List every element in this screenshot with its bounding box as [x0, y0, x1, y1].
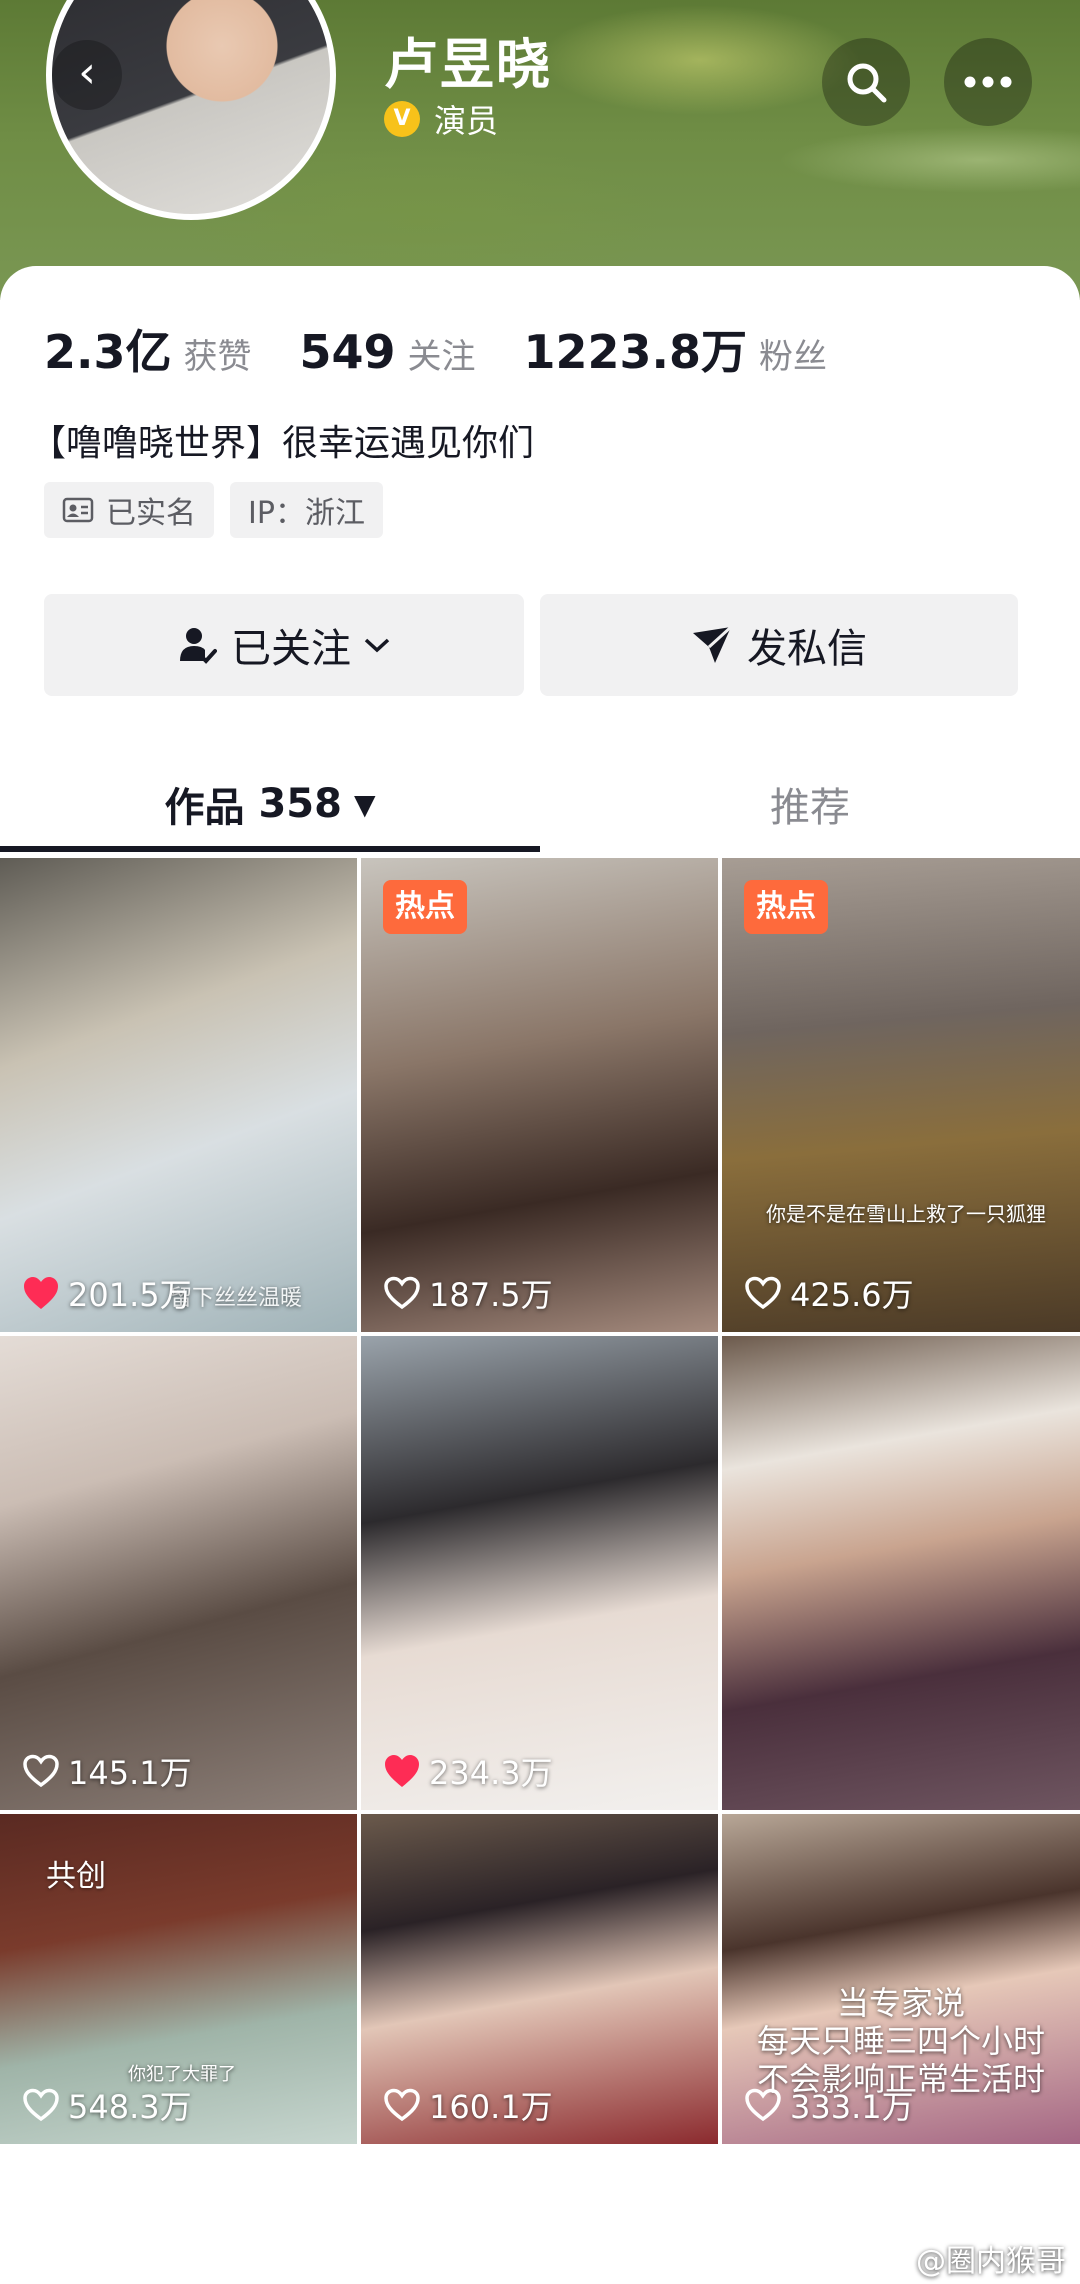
video-like-count: 234.3万 — [383, 1748, 553, 1794]
video-like-count: 201.5万 — [22, 1270, 192, 1316]
stat-followers[interactable]: 1223.8万 粉丝 — [524, 316, 828, 382]
search-button[interactable] — [822, 38, 910, 126]
video-like-value: 333.1万 — [790, 2088, 914, 2126]
video-like-value: 187.5万 — [429, 1276, 553, 1314]
caret-down-icon: ▼ — [353, 787, 376, 821]
more-button[interactable] — [944, 38, 1032, 126]
avatar[interactable] — [46, 0, 336, 220]
stat-value: 2.3亿 — [44, 325, 172, 379]
profile-tags: 已实名 IP：浙江 — [44, 482, 399, 538]
back-button[interactable]: ‹ — [52, 40, 122, 110]
heart-outline-icon — [745, 1276, 781, 1310]
video-tile[interactable]: 热点 你是不是在雪山上救了一只狐狸 425.6万 — [722, 858, 1080, 1332]
video-like-value: 234.3万 — [429, 1754, 553, 1792]
stat-value: 549 — [299, 325, 396, 379]
video-like-count: 548.3万 — [22, 2082, 192, 2128]
video-like-value: 145.1万 — [68, 1754, 192, 1792]
stat-value: 1223.8万 — [523, 325, 748, 379]
heart-outline-icon — [384, 2088, 420, 2122]
source-watermark: @圈内猴哥 — [916, 2244, 1066, 2279]
video-caption: 你是不是在雪山上救了一只狐狸 — [766, 1202, 1046, 1226]
video-tile[interactable]: 234.3万 — [361, 1336, 718, 1810]
chevron-left-icon: ‹ — [78, 47, 96, 98]
real-name-label: 已实名 — [106, 496, 196, 531]
ip-location-label: IP：浙江 — [248, 496, 365, 531]
following-label: 已关注 — [231, 626, 351, 672]
user-check-icon — [177, 625, 217, 665]
verified-badge-icon: V — [384, 101, 420, 137]
video-like-value: 160.1万 — [429, 2088, 553, 2126]
real-name-tag: 已实名 — [44, 482, 214, 538]
video-like-value: 201.5万 — [68, 1276, 192, 1314]
verification-label: 演员 — [434, 102, 499, 140]
video-tile[interactable]: 共创 你犯了大罪了 548.3万 — [0, 1814, 357, 2144]
hot-badge: 热点 — [744, 880, 828, 934]
heart-outline-icon — [23, 2088, 59, 2122]
stat-label: 关注 — [407, 337, 476, 377]
video-tile[interactable]: 145.1万 — [0, 1336, 357, 1810]
heart-filled-icon — [385, 1755, 419, 1787]
ip-location-tag: IP：浙江 — [230, 482, 383, 538]
video-tile[interactable]: 160.1万 — [361, 1814, 718, 2144]
stat-label: 粉丝 — [759, 337, 828, 377]
tab-works-count: 358 — [258, 781, 342, 827]
video-like-count: 333.1万 — [744, 2082, 914, 2128]
co-create-badge: 共创 — [46, 1859, 106, 1894]
video-like-count: 145.1万 — [22, 1748, 192, 1794]
stats-row: 2.3亿 获赞 549 关注 1223.8万 粉丝 — [44, 316, 875, 382]
tab-works[interactable]: 作品 358 ▼ — [0, 756, 540, 852]
video-caption: 当专家说 每天只睡三四个小时 不会影响正常生活时 — [756, 1984, 1045, 2098]
profile-bio: 【噜噜晓世界】很幸运遇见你们 — [30, 423, 535, 464]
video-tile[interactable] — [722, 1336, 1080, 1810]
heart-outline-icon — [23, 1754, 59, 1788]
stat-following[interactable]: 549 关注 — [300, 325, 476, 379]
hot-badge: 热点 — [383, 880, 467, 934]
video-like-value: 548.3万 — [68, 2088, 192, 2126]
message-button[interactable]: 发私信 — [540, 594, 1018, 696]
heart-filled-icon — [24, 1277, 58, 1309]
video-like-count: 187.5万 — [383, 1270, 553, 1316]
more-dots-icon — [964, 76, 1012, 88]
chevron-down-icon — [363, 636, 391, 654]
message-label: 发私信 — [747, 626, 867, 672]
video-like-count: 425.6万 — [744, 1270, 914, 1316]
profile-banner: ‹ 卢昱晓 V 演员 — [0, 0, 1080, 300]
verification-row: V 演员 — [384, 96, 498, 142]
heart-outline-icon — [745, 2088, 781, 2122]
video-tile[interactable]: 留下丝丝温暖 201.5万 — [0, 858, 357, 1332]
video-tile[interactable]: 当专家说 每天只睡三四个小时 不会影响正常生活时 333.1万 — [722, 1814, 1080, 2144]
stat-label: 获赞 — [183, 337, 252, 377]
tab-works-label: 作品 — [164, 785, 245, 831]
profile-card: 2.3亿 获赞 549 关注 1223.8万 粉丝 【噜噜晓世界】很幸运遇见你们 — [0, 266, 1080, 2284]
heart-outline-icon — [384, 1276, 420, 1310]
tab-recommend-label: 推荐 — [770, 785, 850, 831]
tab-recommend[interactable]: 推荐 — [540, 756, 1080, 852]
search-icon — [847, 63, 887, 103]
id-card-icon — [62, 497, 94, 523]
active-tab-indicator — [0, 846, 540, 852]
video-tile[interactable]: 热点 187.5万 — [361, 858, 718, 1332]
send-icon — [691, 625, 733, 665]
following-button[interactable]: 已关注 — [44, 594, 524, 696]
profile-name: 卢昱晓 — [384, 33, 552, 96]
video-like-count: 160.1万 — [383, 2082, 553, 2128]
stat-likes: 2.3亿 获赞 — [44, 316, 252, 382]
content-tabs: 作品 358 ▼ 推荐 — [0, 756, 1080, 852]
video-like-value: 425.6万 — [790, 1276, 914, 1314]
